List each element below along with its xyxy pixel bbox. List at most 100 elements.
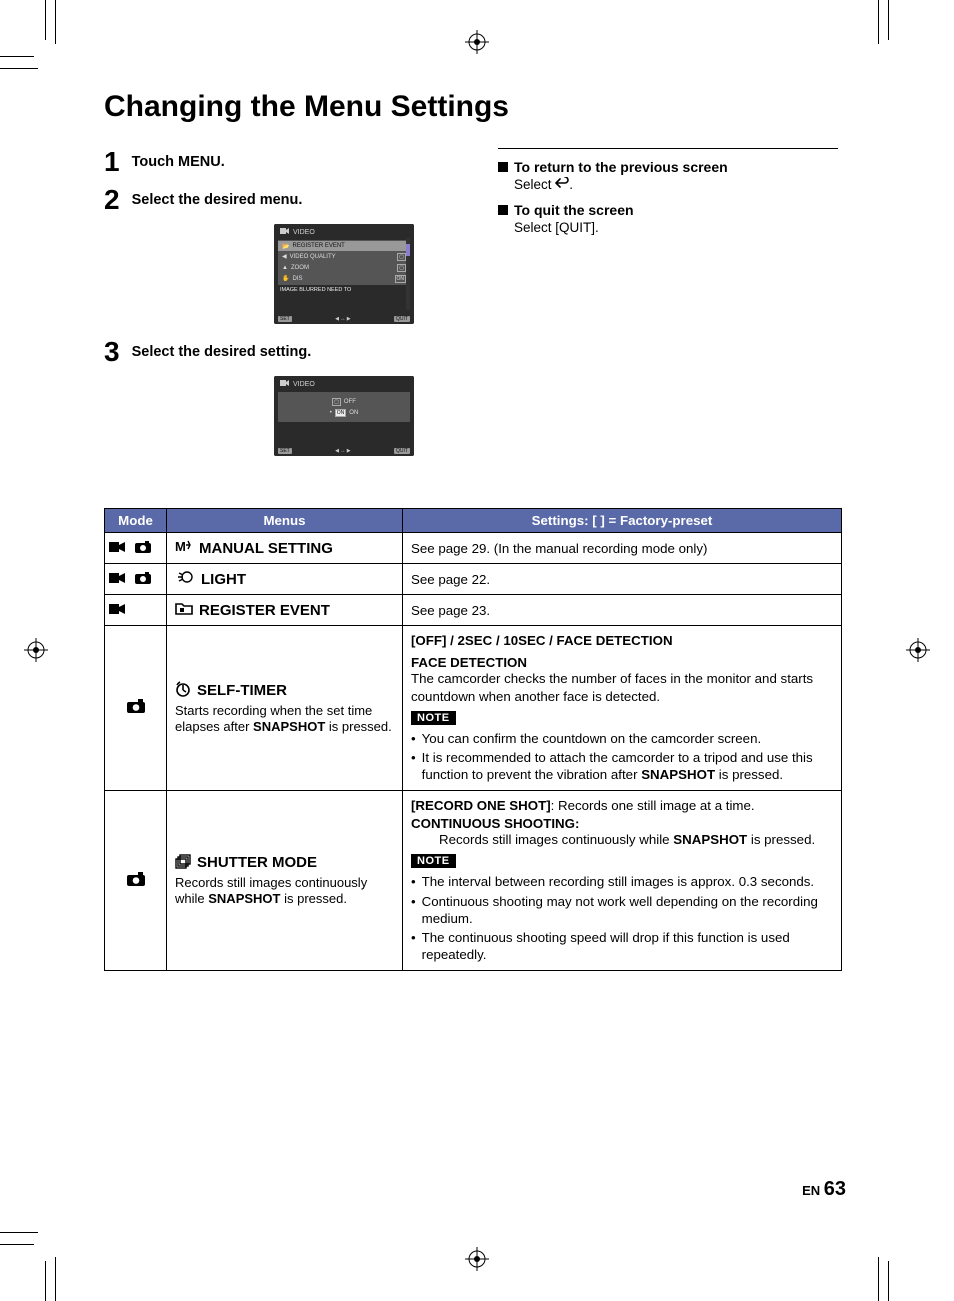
note-badge: NOTE <box>411 711 456 725</box>
still-mode-icon <box>127 872 145 889</box>
settings-table: Mode Menus Settings: [ ] = Factory-prese… <box>104 508 842 971</box>
shutter-stack-icon <box>175 853 191 873</box>
ss-scrollbar <box>406 238 410 310</box>
note-list: The interval between recording still ima… <box>411 873 833 963</box>
table-row: M MANUAL SETTING See page 29. (In the ma… <box>105 533 842 564</box>
ss-list: 📂REGISTER EVENT ◀VIDEO QUALITY▢ ▲ZOOM▢ ✋… <box>278 240 410 285</box>
menu-description: Starts recording when the set time elaps… <box>175 703 394 736</box>
step-number: 2 <box>104 186 120 214</box>
crop-mark <box>0 68 38 69</box>
menu-name: SELF-TIMER <box>175 681 394 701</box>
folder-icon <box>175 601 193 619</box>
record-one-shot: [RECORD ONE SHOT]: Records one still ima… <box>411 797 833 814</box>
note-list: You can confirm the countdown on the cam… <box>411 730 833 784</box>
video-mode-icon <box>109 603 125 618</box>
step-number: 1 <box>104 148 120 176</box>
ss-option-off: ▢ OFF <box>278 396 410 407</box>
settings-cell: [OFF] / 2SEC / 10SEC / FACE DETECTION FA… <box>403 626 842 791</box>
menu-screenshot-1: VIDEO 📂REGISTER EVENT ◀VIDEO QUALITY▢ ▲Z… <box>274 224 414 324</box>
still-mode-icon <box>127 699 145 716</box>
page-content: Changing the Menu Settings 1 Touch MENU.… <box>104 90 842 971</box>
timer-icon <box>175 681 191 701</box>
step-number: 3 <box>104 338 120 366</box>
ss-title: VIDEO <box>293 229 315 236</box>
ss-option-on: • ON ON <box>278 407 410 418</box>
ss-quit-button: QUIT <box>394 316 410 322</box>
menu-name: REGISTER EVENT <box>175 601 394 619</box>
ss-row: ▲ZOOM▢ <box>278 262 410 273</box>
ss-row: ✋DISON <box>278 273 410 284</box>
crop-mark <box>0 1232 38 1233</box>
square-bullet-icon <box>498 205 508 215</box>
table-row: REGISTER EVENT See page 23. <box>105 595 842 626</box>
crop-mark <box>0 56 34 57</box>
th-menus: Menus <box>167 509 403 533</box>
face-detection-body: The camcorder checks the number of faces… <box>411 670 833 705</box>
crop-mark <box>55 1257 56 1301</box>
menu-name: LIGHT <box>175 570 394 588</box>
video-mode-icon <box>280 379 289 389</box>
ss-row: 📂REGISTER EVENT <box>278 241 410 251</box>
note-body: Select [QUIT]. <box>498 220 838 235</box>
face-detection-title: FACE DETECTION <box>411 655 833 670</box>
th-settings: Settings: [ ] = Factory-preset <box>403 509 842 533</box>
crop-mark <box>888 1261 889 1301</box>
crop-mark <box>878 0 879 44</box>
step-text: Touch MENU. <box>132 148 225 170</box>
settings-cell: See page 29. (In the manual recording mo… <box>403 533 842 564</box>
crop-mark <box>45 0 46 40</box>
menu-description: Records still images continuously while … <box>175 875 394 908</box>
note-heading: To return to the previous screen <box>514 159 728 175</box>
side-notes: To return to the previous screen Select … <box>498 148 838 470</box>
light-icon <box>175 570 195 588</box>
square-bullet-icon <box>498 162 508 172</box>
table-row: SELF-TIMER Starts recording when the set… <box>105 626 842 791</box>
menu-name: M MANUAL SETTING <box>175 539 394 557</box>
crop-mark <box>878 1257 879 1301</box>
registration-target-icon <box>906 638 930 662</box>
crop-mark <box>0 1244 34 1245</box>
ss-title: VIDEO <box>293 381 315 388</box>
registration-target-icon <box>465 30 489 54</box>
video-mode-icon <box>280 227 289 237</box>
registration-target-icon <box>465 1247 489 1271</box>
crop-mark <box>55 0 56 44</box>
note-return: To return to the previous screen <box>498 159 838 175</box>
ss-quit-button: QUIT <box>394 448 410 454</box>
continuous-body: Records still images continuously while … <box>411 831 833 848</box>
ss-note: IMAGE BLURRED NEED TO <box>274 285 414 293</box>
settings-cell: See page 22. <box>403 564 842 595</box>
note-heading: To quit the screen <box>514 202 634 218</box>
manual-icon: M <box>175 539 193 557</box>
continuous-title: CONTINUOUS SHOOTING: <box>411 816 833 831</box>
crop-mark <box>45 1261 46 1301</box>
video-mode-icon <box>109 572 125 587</box>
step-3: 3 Select the desired setting. <box>104 338 474 366</box>
menu-name: SHUTTER MODE <box>175 853 394 873</box>
ss-header: VIDEO <box>274 224 414 240</box>
crop-mark <box>888 0 889 40</box>
video-mode-icon <box>109 541 125 556</box>
ss-set-button: SET <box>278 316 292 322</box>
step-text: Select the desired menu. <box>132 186 303 208</box>
table-row: LIGHT See page 22. <box>105 564 842 595</box>
step-1: 1 Touch MENU. <box>104 148 474 176</box>
step-2: 2 Select the desired menu. <box>104 186 474 214</box>
registration-target-icon <box>24 638 48 662</box>
page-title: Changing the Menu Settings <box>104 90 842 124</box>
note-quit: To quit the screen <box>498 202 838 218</box>
settings-cell: See page 23. <box>403 595 842 626</box>
ss-row: ◀VIDEO QUALITY▢ <box>278 251 410 262</box>
table-row: SHUTTER MODE Records still images contin… <box>105 790 842 970</box>
page-number: EN 63 <box>802 1178 846 1201</box>
note-body: Select . <box>498 177 838 192</box>
svg-text:M: M <box>175 539 186 553</box>
still-mode-icon <box>135 572 151 587</box>
menu-screenshot-2: VIDEO ▢ OFF • ON ON SET ◀ ↔ ▶ <box>274 376 414 456</box>
ss-set-button: SET <box>278 448 292 454</box>
steps-column: 1 Touch MENU. 2 Select the desired menu.… <box>104 148 474 470</box>
th-mode: Mode <box>105 509 167 533</box>
settings-cell: [RECORD ONE SHOT]: Records one still ima… <box>403 790 842 970</box>
return-icon <box>555 177 569 192</box>
still-mode-icon <box>135 541 151 556</box>
